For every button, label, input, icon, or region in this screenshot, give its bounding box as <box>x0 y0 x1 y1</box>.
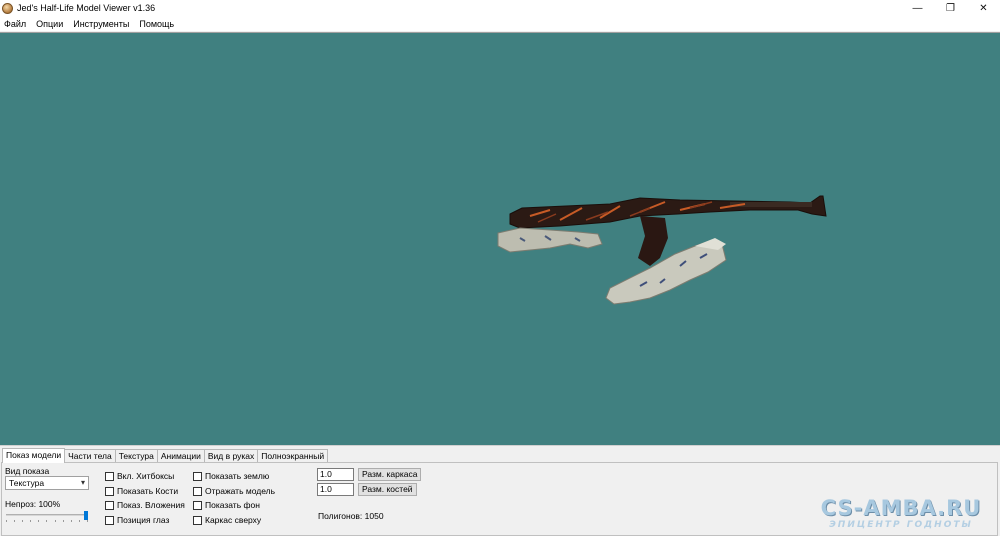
polygon-count: Полигонов: 1050 <box>318 511 384 521</box>
menu-file[interactable]: Файл <box>4 19 26 29</box>
wireframe-overlay-label: Каркас сверху <box>205 515 262 525</box>
app-icon <box>2 2 13 14</box>
menu-options[interactable]: Опции <box>36 19 63 29</box>
opacity-label: Непроз: 100% <box>5 499 61 509</box>
show-bones-label: Показать Кости <box>117 486 179 496</box>
menu-bar: Файл Опции Инструменты Помощь <box>0 16 1000 31</box>
checkbox-box[interactable] <box>105 486 114 496</box>
opacity-slider[interactable] <box>6 511 88 522</box>
bone-size-button[interactable]: Разм. костей <box>358 483 417 496</box>
checkbox-box[interactable] <box>193 486 202 496</box>
checkbox-box[interactable] <box>105 471 114 481</box>
show-bones-checkbox[interactable]: Показать Кости <box>105 486 178 496</box>
eye-position-label: Позиция глаз <box>117 515 170 525</box>
tab-body-parts[interactable]: Части тела <box>64 449 116 462</box>
restore-button[interactable]: ❐ <box>934 0 967 16</box>
bone-size-input[interactable]: 1.0 <box>317 483 354 496</box>
show-ground-checkbox[interactable]: Показать землю <box>193 471 269 481</box>
view-mode-label: Вид показа <box>5 466 50 476</box>
checkbox-box[interactable] <box>105 500 114 510</box>
mirror-model-label: Отражать модель <box>205 486 276 496</box>
tab-fullscreen[interactable]: Полноэкранный <box>257 449 329 462</box>
title-bar: Jed's Half-Life Model Viewer v1.36 — ❐ ✕ <box>0 0 1000 16</box>
close-button[interactable]: ✕ <box>967 0 1000 16</box>
view-mode-value: Текстура <box>9 478 45 488</box>
checkbox-box[interactable] <box>193 515 202 525</box>
eye-position-checkbox[interactable]: Позиция глаз <box>105 515 169 525</box>
hitboxes-label: Вкл. Хитбоксы <box>117 471 175 481</box>
model-viewport[interactable] <box>0 32 1000 445</box>
checkbox-box[interactable] <box>193 471 202 481</box>
checkbox-box[interactable] <box>105 515 114 525</box>
wireframe-size-input[interactable]: 1.0 <box>317 468 354 481</box>
opacity-slider-thumb[interactable] <box>84 511 88 520</box>
tab-model-display[interactable]: Показ модели <box>2 448 66 463</box>
window-title: Jed's Half-Life Model Viewer v1.36 <box>17 3 156 13</box>
window-controls: — ❐ ✕ <box>901 0 1000 16</box>
opacity-slider-ticks <box>6 520 88 522</box>
show-attachments-label: Показ. Вложения <box>117 500 185 510</box>
minimize-button[interactable]: — <box>901 0 934 16</box>
tab-weapon-view[interactable]: Вид в руках <box>203 449 259 462</box>
show-attachments-checkbox[interactable]: Показ. Вложения <box>105 500 185 510</box>
weapon-model <box>497 195 827 305</box>
tab-animations[interactable]: Анимации <box>156 449 205 462</box>
show-ground-label: Показать землю <box>205 471 270 481</box>
chevron-down-icon: ▾ <box>80 478 85 487</box>
show-background-checkbox[interactable]: Показать фон <box>193 500 260 510</box>
mirror-model-checkbox[interactable]: Отражать модель <box>193 486 275 496</box>
wireframe-size-button[interactable]: Разм. каркаса <box>358 468 422 481</box>
wireframe-overlay-checkbox[interactable]: Каркас сверху <box>193 515 261 525</box>
menu-help[interactable]: Помощь <box>139 19 174 29</box>
watermark: CS-AMBA.RU ЭПИЦЕНТР ГОДНОТЫ <box>808 497 994 531</box>
view-mode-select[interactable]: Текстура ▾ <box>5 476 89 490</box>
menu-tools[interactable]: Инструменты <box>73 19 129 29</box>
opacity-slider-track <box>6 514 88 516</box>
show-background-label: Показать фон <box>205 500 260 510</box>
watermark-site: CS-AMBA.RU <box>820 496 982 520</box>
tab-strip: Показ модели Части тела Текстура Анимаци… <box>2 448 329 463</box>
tab-texture[interactable]: Текстура <box>114 449 158 462</box>
watermark-slogan: ЭПИЦЕНТР ГОДНОТЫ <box>829 520 973 530</box>
checkbox-box[interactable] <box>193 500 202 510</box>
hitboxes-checkbox[interactable]: Вкл. Хитбоксы <box>105 471 174 481</box>
